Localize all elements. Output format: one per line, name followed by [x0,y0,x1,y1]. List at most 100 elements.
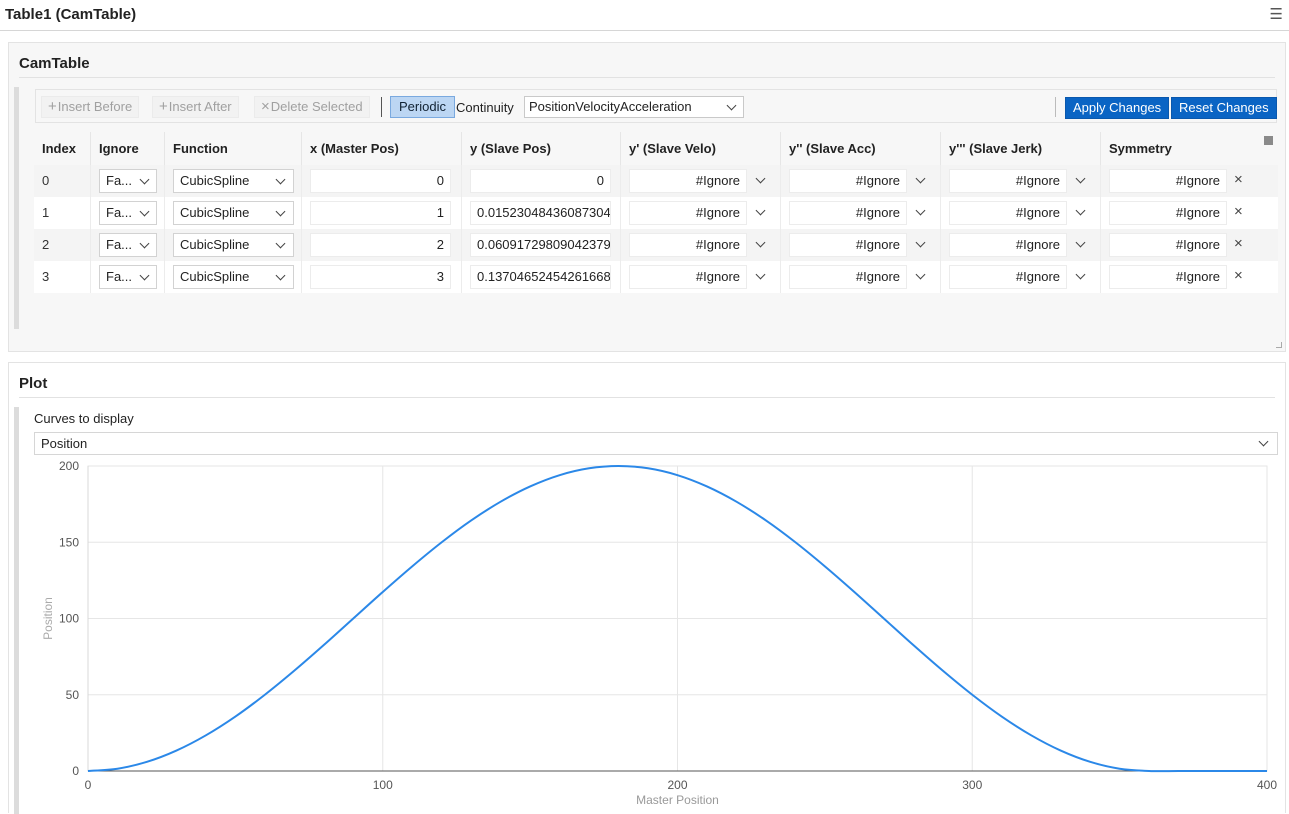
velo-input[interactable]: #Ignore [629,233,747,257]
acc-input[interactable]: #Ignore [789,201,907,225]
resize-handle-icon[interactable] [1276,342,1282,348]
plus-icon: + [159,98,168,115]
chevron-down-icon [139,206,150,217]
hamburger-menu-icon[interactable]: ☰ [1270,5,1283,23]
y-input[interactable]: 0 [470,169,611,193]
symmetry-input[interactable]: #Ignore [1109,265,1227,289]
chevron-down-icon[interactable] [1075,237,1086,248]
function-select[interactable]: CubicSpline [173,169,294,193]
jerk-cell: #Ignore [941,165,1101,197]
chevron-down-icon[interactable] [755,237,766,248]
x-input[interactable]: 0 [310,169,451,193]
y-tick-label: 100 [59,612,79,626]
table-row[interactable]: 2 Fa... CubicSpline 2 0.06091729809042379 #Ig… [34,229,1278,261]
index-cell: 2 [34,229,91,261]
acc-cell: #Ignore [781,229,941,261]
divider [19,77,1275,78]
y-cell: 0.01523048436087304 [462,197,621,229]
column-header-ignore[interactable]: Ignore [91,132,165,165]
insert-after-button[interactable]: +Insert After [152,96,239,118]
x-cell: 3 [302,261,462,293]
acc-input[interactable]: #Ignore [789,169,907,193]
function-select[interactable]: CubicSpline [173,265,294,289]
chevron-down-icon[interactable] [915,237,926,248]
close-icon[interactable]: × [1234,267,1243,284]
table-row[interactable]: 0 Fa... CubicSpline 0 0 #Ignore #Ignore #Ignore… [34,165,1278,197]
x-value: 1 [436,205,444,220]
chevron-down-icon[interactable] [755,269,766,280]
velo-value: #Ignore [695,205,740,220]
jerk-input[interactable]: #Ignore [949,169,1067,193]
column-header-x[interactable]: x (Master Pos) [302,132,462,165]
ignore-cell: Fa... [91,165,165,197]
continuity-select[interactable]: PositionVelocityAcceleration [524,96,744,118]
chevron-down-icon [275,270,286,281]
table-row[interactable]: 1 Fa... CubicSpline 1 0.01523048436087304 #Ig… [34,197,1278,229]
column-header-y[interactable]: y (Slave Pos) [462,132,621,165]
ignore-select[interactable]: Fa... [99,233,157,257]
symmetry-cell: #Ignore × [1101,229,1261,261]
symmetry-input[interactable]: #Ignore [1109,201,1227,225]
function-cell: CubicSpline [165,261,302,293]
y-tick-label: 150 [59,535,79,549]
function-select[interactable]: CubicSpline [173,201,294,225]
function-select[interactable]: CubicSpline [173,233,294,257]
jerk-input[interactable]: #Ignore [949,201,1067,225]
x-input[interactable]: 1 [310,201,451,225]
column-header-function[interactable]: Function [165,132,302,165]
toolbar-separator [1055,97,1056,117]
x-tick-label: 200 [667,778,687,792]
velo-input[interactable]: #Ignore [629,201,747,225]
function-cell: CubicSpline [165,197,302,229]
column-header-index[interactable]: Index [34,132,91,165]
ignore-select[interactable]: Fa... [99,169,157,193]
close-icon[interactable]: × [1234,171,1243,188]
column-header-symmetry[interactable]: Symmetry [1101,132,1261,165]
symmetry-input[interactable]: #Ignore [1109,233,1227,257]
y-input[interactable]: 0.06091729809042379 [470,233,611,257]
close-icon[interactable]: × [1234,235,1243,252]
chevron-down-icon[interactable] [915,269,926,280]
apply-changes-button[interactable]: Apply Changes [1065,97,1170,119]
x-input[interactable]: 3 [310,265,451,289]
y-value: 0.13704652454261668 [477,269,611,284]
function-value: CubicSpline [180,205,250,220]
column-header-jerk[interactable]: y''' (Slave Jerk) [941,132,1101,165]
acc-input[interactable]: #Ignore [789,265,907,289]
jerk-input[interactable]: #Ignore [949,265,1067,289]
y-input[interactable]: 0.01523048436087304 [470,201,611,225]
chevron-down-icon[interactable] [915,205,926,216]
reset-changes-button[interactable]: Reset Changes [1171,97,1277,119]
curves-to-display-select[interactable]: Position [34,432,1278,455]
velo-input[interactable]: #Ignore [629,169,747,193]
acc-input[interactable]: #Ignore [789,233,907,257]
close-icon[interactable]: × [1234,203,1243,220]
chevron-down-icon[interactable] [915,173,926,184]
chevron-down-icon[interactable] [755,173,766,184]
table-scroll-indicator[interactable] [1264,136,1273,145]
chevron-down-icon[interactable] [1075,205,1086,216]
x-input[interactable]: 2 [310,233,451,257]
y-cell: 0.13704652454261668 [462,261,621,293]
ignore-select[interactable]: Fa... [99,265,157,289]
jerk-value: #Ignore [1015,205,1060,220]
chevron-down-icon[interactable] [1075,269,1086,280]
insert-before-button[interactable]: +Insert Before [41,96,140,118]
continuity-value: PositionVelocityAcceleration [529,99,692,114]
chevron-down-icon[interactable] [1075,173,1086,184]
chevron-down-icon[interactable] [755,205,766,216]
periodic-toggle-button[interactable]: Periodic [390,96,455,118]
y-input[interactable]: 0.13704652454261668 [470,265,611,289]
column-header-acc[interactable]: y'' (Slave Acc) [781,132,941,165]
ignore-select[interactable]: Fa... [99,201,157,225]
table-row[interactable]: 3 Fa... CubicSpline 3 0.13704652454261668 #Ig… [34,261,1278,293]
ignore-cell: Fa... [91,197,165,229]
velo-input[interactable]: #Ignore [629,265,747,289]
jerk-value: #Ignore [1015,269,1060,284]
jerk-input[interactable]: #Ignore [949,233,1067,257]
x-tick-label: 100 [373,778,393,792]
delete-selected-button[interactable]: ×Delete Selected [254,96,370,118]
jerk-cell: #Ignore [941,261,1101,293]
symmetry-input[interactable]: #Ignore [1109,169,1227,193]
column-header-velo[interactable]: y' (Slave Velo) [621,132,781,165]
